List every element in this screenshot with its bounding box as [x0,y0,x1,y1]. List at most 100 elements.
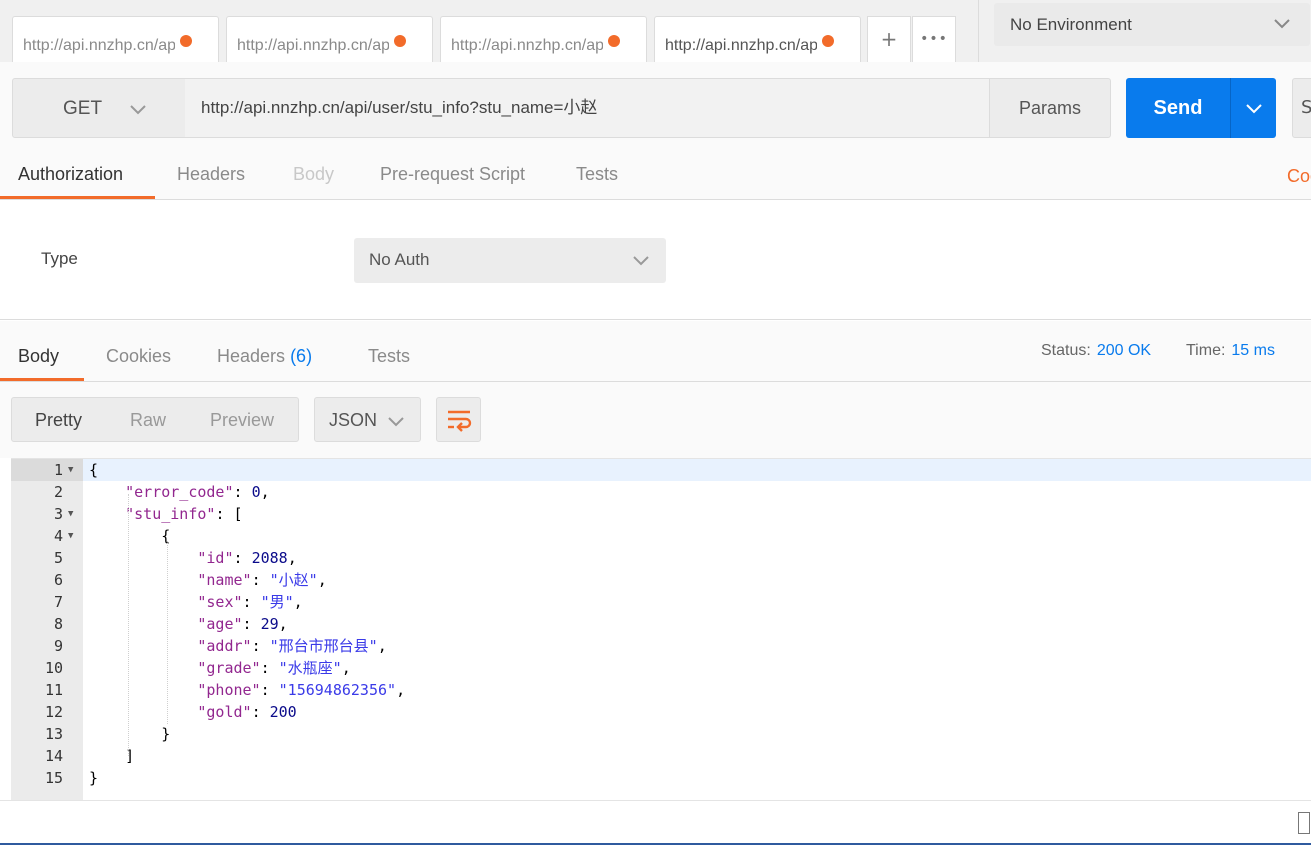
method-value: GET [63,98,103,119]
code-text: } [89,725,171,743]
response-body-editor[interactable]: 1 ▼ { 2 "error_code": 0, 3 ▼ "stu_info": [… [11,458,1311,801]
params-button[interactable]: Params [989,78,1111,138]
view-preview-button[interactable]: Preview [210,410,274,431]
code-text: } [89,769,99,787]
status-readout: Status: 200 OK [1041,342,1151,360]
code-line: 8 "age": 29, [11,613,1311,635]
tab-pre-request-script[interactable]: Pre-request Script [380,164,525,185]
tab-tests[interactable]: Tests [576,164,618,185]
line-number: 12 [44,703,63,721]
url-bar: GET http://api.nnzhp.cn/api/user/stu_inf… [0,62,1311,156]
unsaved-dot-icon [608,35,620,47]
fold-arrow-icon[interactable]: ▼ [68,503,73,525]
time-value: 15 ms [1231,342,1275,359]
json-key: "error_code" [125,483,234,501]
response-tab-body[interactable]: Body [18,346,59,367]
status-value: 200 OK [1096,342,1152,359]
request-tab-title: http://api.nnzhp.cn/api/user/stu_info?st… [237,37,389,54]
code-line: 9 "addr": "邢台市邢台县", [11,635,1311,657]
plus-icon: + [880,27,898,51]
request-tab-title: http://api.nnzhp.cn/api/user/stu_info?st… [665,37,817,54]
code-line: 4 ▼ { [11,525,1311,547]
authorization-panel: Type No Auth [0,200,1311,320]
tab-body[interactable]: Body [293,164,334,185]
json-number: 0 [251,483,261,501]
code-line: 3 ▼ "stu_info": [ [11,503,1311,525]
environment-select[interactable]: No Environment [994,3,1310,46]
code-text: "id": 2088, [197,549,297,567]
view-pretty-button[interactable]: Pretty [35,410,82,431]
status-label: Status: [1041,342,1091,359]
line-number: 11 [44,681,63,699]
new-tab-button[interactable]: + [867,16,911,62]
json-string: "邢台市邢台县" [269,637,378,655]
code-line: 10 "grade": "水瓶座", [11,657,1311,679]
auth-type-label: Type [41,249,78,268]
json-number: 2088 [251,549,288,567]
code-text: "gold": 200 [197,703,297,721]
request-tab-3[interactable]: http://api.nnzhp.cn/api/user/stu_info?st… [440,16,647,62]
json-number: 200 [269,703,297,721]
request-tab-2[interactable]: http://api.nnzhp.cn/api/user/stu_info?st… [226,16,433,62]
chevron-down-icon [633,256,649,266]
response-tab-tests[interactable]: Tests [368,346,410,367]
json-string: "小赵" [269,571,318,589]
unsaved-dot-icon [180,35,192,47]
fold-arrow-icon[interactable]: ▼ [68,525,73,547]
save-button[interactable]: S [1292,78,1311,138]
json-key: "name" [197,571,252,589]
send-options-button[interactable] [1230,78,1276,138]
tab-headers[interactable]: Headers [177,164,245,185]
auth-type-select[interactable]: No Auth [354,238,666,283]
indent-guide [167,541,168,724]
method-select[interactable]: GET [12,78,186,138]
send-button[interactable]: Send [1126,78,1230,138]
wrap-lines-button[interactable] [436,397,481,442]
code-line: 6 "name": "小赵", [11,569,1311,591]
line-number: 9 [53,637,63,655]
json-string: "男" [260,593,294,611]
request-tab-strip: http://api.nnzhp.cn/api/user/stu_info?st… [0,0,1311,62]
request-tabs: Authorization Headers Body Pre-request S… [0,156,1311,200]
code-line: 1 ▼ { [11,459,1311,481]
window-bottom-border [0,843,1311,845]
view-raw-button[interactable]: Raw [130,410,166,431]
line-number: 2 [53,483,63,501]
environment-select-value: No Environment [1010,15,1132,34]
request-tab-title: http://api.nnzhp.cn/api/user/stu_info?st… [451,37,603,54]
panel-toggle-icon[interactable] [1298,812,1310,834]
code-line: 15 } [11,767,1311,789]
code-line: 7 "sex": "男", [11,591,1311,613]
code-text: "stu_info": [ [125,505,243,523]
divider [978,0,979,62]
request-tab-4-active[interactable]: http://api.nnzhp.cn/api/user/stu_info?st… [654,16,861,62]
url-input[interactable]: http://api.nnzhp.cn/api/user/stu_info?st… [185,78,990,138]
code-link[interactable]: Code [1287,166,1311,187]
format-value: JSON [329,410,378,430]
json-key: "grade" [197,659,261,677]
line-number: 7 [53,593,63,611]
wrap-lines-icon [448,410,472,432]
more-tabs-button[interactable]: ••• [912,16,956,62]
json-string: "水瓶座" [278,659,342,677]
format-select[interactable]: JSON [314,397,421,442]
ellipsis-icon: ••• [920,31,948,47]
code-text: { [89,461,99,479]
tab-authorization[interactable]: Authorization [18,164,123,185]
code-line: 2 "error_code": 0, [11,481,1311,503]
time-readout: Time: 15 ms [1186,342,1275,360]
status-bar [0,800,1311,847]
line-number: 13 [44,725,63,743]
response-tab-headers[interactable]: Headers (6) [217,346,312,367]
auth-type-value: No Auth [369,250,430,269]
code-line: 13 } [11,723,1311,745]
json-number: 29 [260,615,279,633]
response-tab-cookies[interactable]: Cookies [106,346,171,367]
line-number: 4 [53,527,63,545]
line-number: 8 [53,615,63,633]
json-key: "sex" [197,593,243,611]
json-key: "phone" [197,681,261,699]
request-tab-1[interactable]: http://api.nnzhp.cn/api/user/stu_info?st… [12,16,219,62]
fold-arrow-icon[interactable]: ▼ [68,459,73,481]
line-number: 6 [53,571,63,589]
